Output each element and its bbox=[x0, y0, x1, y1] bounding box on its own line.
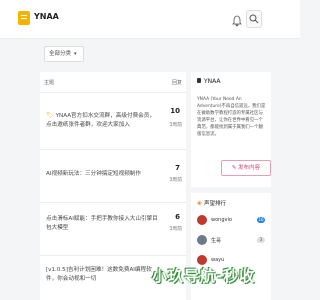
avatar[interactable] bbox=[197, 215, 207, 225]
avatar[interactable] bbox=[197, 255, 207, 265]
post-content-button[interactable]: ✎ 发布内容 bbox=[221, 160, 271, 176]
about-title: YNAA bbox=[204, 78, 221, 85]
topic-title[interactable]: AI视频新玩法：三分钟搞定短视频制作 bbox=[46, 170, 158, 179]
column-topic: 主题 bbox=[44, 80, 55, 86]
site-name[interactable]: YNAA bbox=[34, 12, 59, 21]
reply-count: 6 bbox=[175, 213, 180, 221]
topic-row[interactable]: 点击滑标AI赋能：手把手教你接入大山引擎目包大模型 6 3周前 bbox=[40, 203, 186, 256]
ranking-item[interactable]: wongvio 16 bbox=[197, 215, 269, 227]
ranking-user-name[interactable]: wayu bbox=[211, 257, 224, 263]
avatar[interactable] bbox=[197, 235, 207, 245]
reply-count: 7 bbox=[175, 164, 180, 172]
reputation-badge: 16 bbox=[257, 217, 265, 223]
top-bar: YNAA bbox=[0, 0, 300, 39]
column-replies: 回复 bbox=[171, 80, 182, 86]
topic-time: 3周前 bbox=[169, 123, 182, 128]
topic-title[interactable]: YNAA官方扣水交流群，高级付费会员，点击邀纸张件者群，欢迎大家加入 bbox=[46, 113, 155, 128]
topic-row[interactable]: 🏷 YNAA官方扣水交流群，高级付费会员，点击邀纸张件者群，欢迎大家加入 10 3… bbox=[40, 93, 186, 150]
search-icon bbox=[249, 14, 259, 24]
ranking-item[interactable]: 生哥 3 bbox=[197, 235, 269, 247]
ranking-icon: ❀ bbox=[197, 200, 203, 207]
topic-list-header: 主题 回复 bbox=[40, 72, 186, 93]
ranking-user-name[interactable]: 生哥 bbox=[211, 237, 221, 244]
category-filter-label: 全部分类 bbox=[49, 51, 72, 57]
watermark: 小玖导航-秒收 bbox=[152, 267, 256, 285]
reputation-badge: 3 bbox=[257, 237, 265, 243]
ranking-title: 声望排行 bbox=[204, 201, 227, 207]
logo-icon[interactable] bbox=[18, 11, 30, 25]
tag-icon: 🏷 bbox=[46, 112, 54, 119]
about-card: YNAA YNAA (Your Need An Adventure)不再自信遥远… bbox=[191, 72, 271, 187]
category-filter[interactable]: 全部分类 ▾ bbox=[44, 46, 84, 62]
search-button[interactable] bbox=[246, 10, 262, 28]
about-icon bbox=[197, 78, 201, 83]
reply-count: 10 bbox=[170, 107, 180, 115]
topic-title[interactable]: 点击滑标AI赋能：手把手教你接入大山引擎目包大模型 bbox=[46, 215, 158, 233]
chevron-down-icon: ▾ bbox=[74, 51, 77, 57]
about-description: YNAA (Your Need An Adventure)不再自信遥远，我们是在… bbox=[197, 97, 266, 137]
bell-icon[interactable] bbox=[232, 12, 242, 27]
topic-title[interactable]: [v1.0.5]吉利计划困难！这数免费AI编程软件，你会动视和一切 bbox=[46, 266, 158, 284]
ranking-user-name[interactable]: wongvio bbox=[211, 217, 232, 223]
topic-time: 3周前 bbox=[169, 178, 182, 183]
topic-row[interactable]: AI视频新玩法：三分钟搞定短视频制作 7 3周前 bbox=[40, 150, 186, 203]
topic-time: 3周前 bbox=[169, 227, 182, 232]
